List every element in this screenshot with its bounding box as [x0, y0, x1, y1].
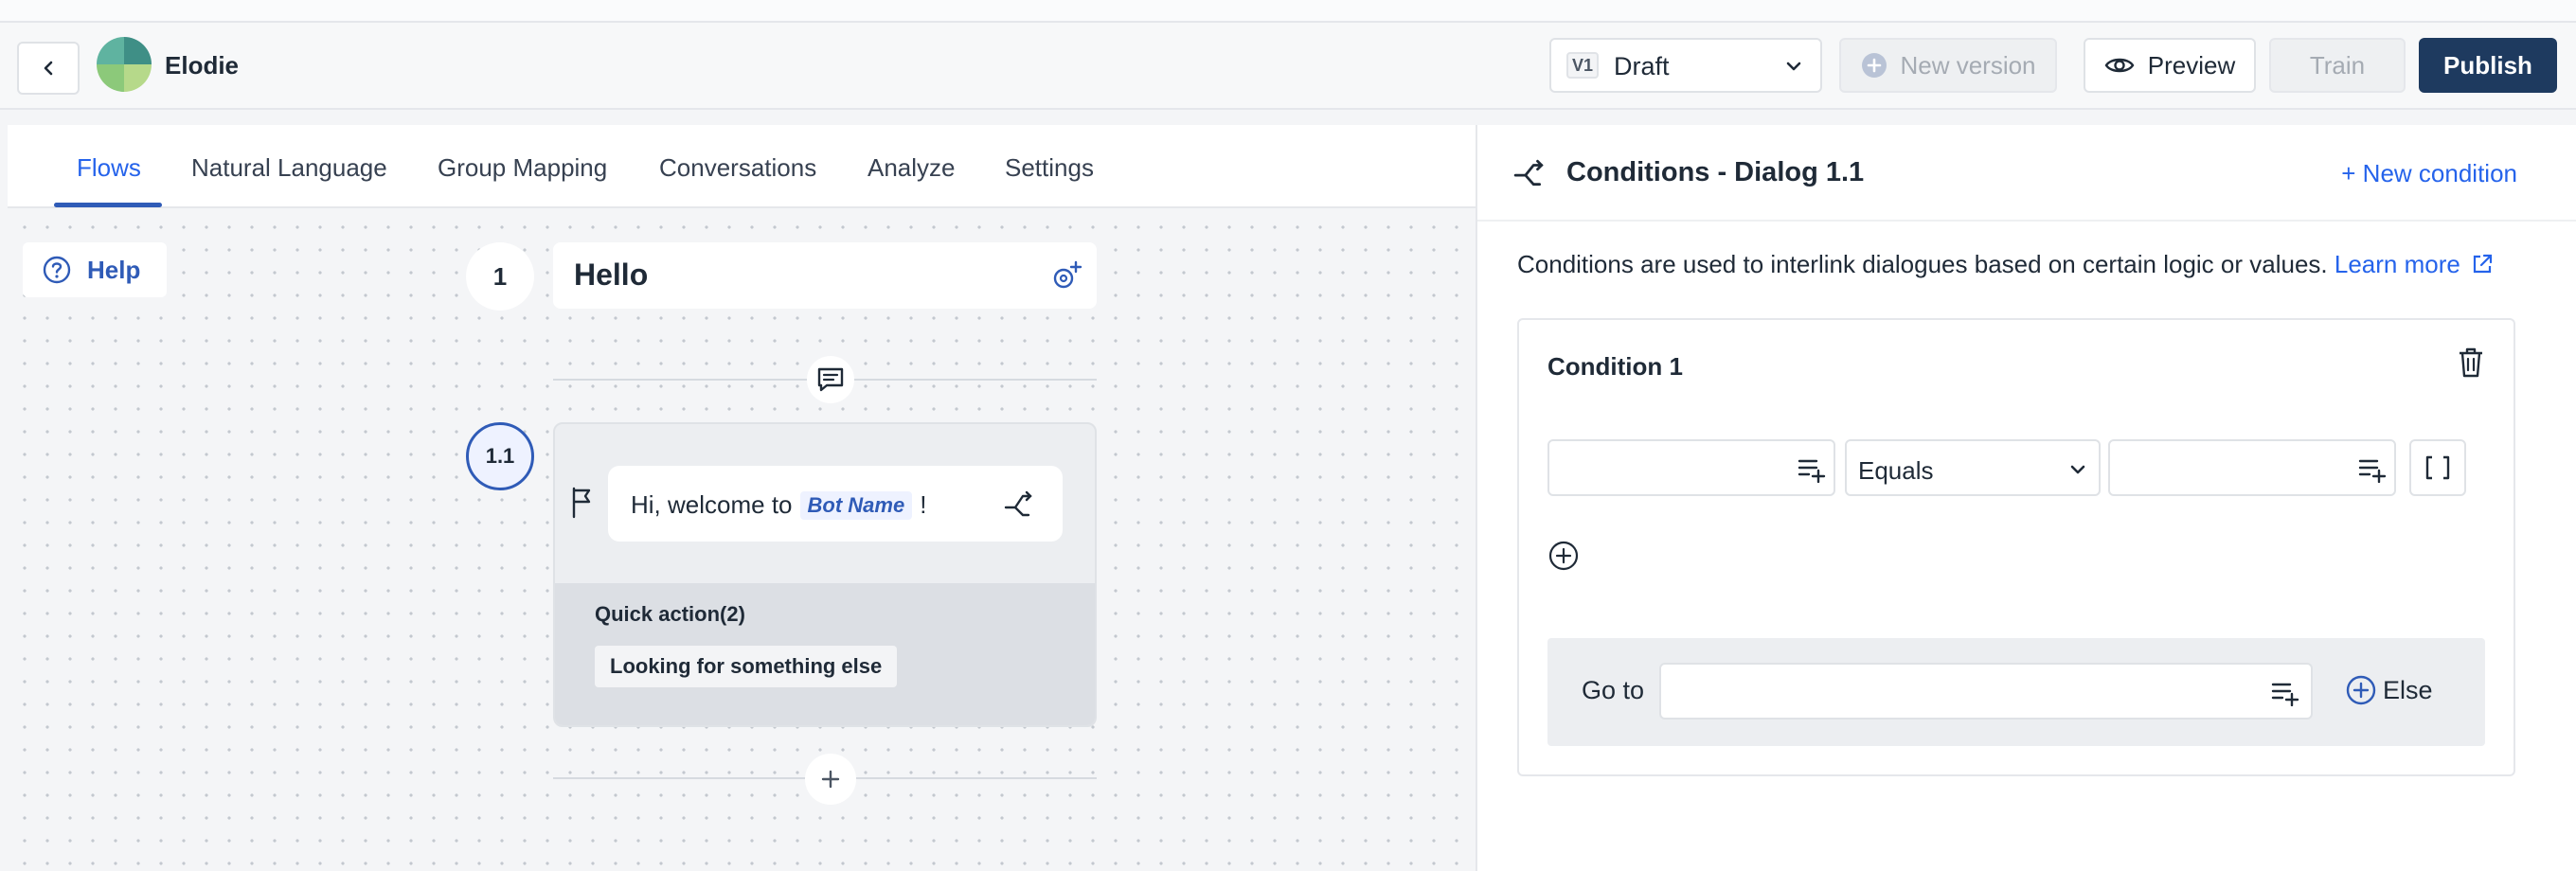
message-suffix: ! — [920, 490, 927, 519]
message-prefix: Hi, welcome to — [631, 490, 793, 519]
panel-divider — [1477, 220, 2576, 222]
back-button[interactable] — [17, 42, 80, 95]
operator-select[interactable]: Equals — [1845, 439, 2101, 496]
help-label: Help — [87, 255, 141, 284]
tab-flows[interactable]: Flows — [77, 153, 141, 183]
trash-icon[interactable] — [2457, 347, 2485, 379]
condition-title: Condition 1 — [1547, 352, 1683, 381]
tab-natural-language[interactable]: Natural Language — [191, 153, 387, 183]
goto-section: Go to Else — [1547, 638, 2485, 746]
window-top-strip — [0, 0, 2576, 23]
variable-chip: Bot Name — [799, 490, 913, 520]
train-button[interactable]: Train — [2269, 38, 2406, 93]
else-button[interactable]: Else — [2345, 674, 2433, 706]
operator-value: Equals — [1858, 456, 1934, 485]
active-tab-indicator — [54, 203, 162, 207]
settings-add-icon[interactable] — [1049, 259, 1083, 293]
app-header: Elodie V1 Draft New version Preview Trai… — [0, 23, 2576, 110]
bot-name: Elodie — [165, 51, 240, 80]
external-link-icon — [2473, 254, 2493, 274]
message-icon — [817, 367, 844, 392]
plus-icon — [821, 770, 840, 789]
message-text: Hi, welcome to Bot Name ! — [631, 490, 926, 520]
version-badge: V1 — [1566, 52, 1599, 79]
help-circle-icon — [43, 256, 71, 284]
left-operand-field[interactable] — [1547, 439, 1835, 496]
panel-title: Conditions - Dialog 1.1 — [1566, 157, 1865, 187]
eye-icon — [2104, 58, 2135, 73]
chevron-down-icon — [2070, 465, 2085, 474]
conditions-panel: Conditions - Dialog 1.1 + New condition … — [1476, 125, 2576, 871]
brackets-icon — [2425, 455, 2450, 480]
version-select[interactable]: V1 Draft — [1549, 38, 1822, 93]
tab-conversations[interactable]: Conversations — [659, 153, 816, 183]
train-label: Train — [2309, 50, 2366, 80]
learn-more-link[interactable]: Learn more — [2334, 250, 2494, 278]
plus-circle-icon — [1862, 53, 1887, 78]
chevron-down-icon — [1786, 62, 1801, 71]
condition-card: Condition 1 Equals Go to Else — [1517, 318, 2515, 776]
new-version-label: New version — [1900, 50, 2036, 80]
right-operand-field[interactable] — [2108, 439, 2396, 496]
description-text: Conditions are used to interlink dialogu… — [1517, 250, 2328, 278]
message-bubble[interactable]: Hi, welcome to Bot Name ! — [608, 466, 1063, 542]
add-node-button[interactable] — [805, 754, 856, 805]
help-button[interactable]: Help — [23, 242, 167, 297]
preview-label: Preview — [2147, 50, 2236, 80]
add-rule-icon[interactable] — [1547, 540, 1580, 572]
flow-title-card[interactable]: Hello — [553, 242, 1097, 309]
preview-button[interactable]: Preview — [2084, 38, 2256, 93]
quick-action-label: Quick action(2) — [595, 602, 745, 626]
goto-label: Go to — [1582, 676, 1645, 704]
flag-icon — [572, 487, 591, 519]
chevron-left-icon — [44, 61, 53, 76]
variable-list-icon[interactable] — [1798, 456, 1826, 483]
variable-list-icon[interactable] — [2271, 680, 2299, 706]
goto-field[interactable] — [1659, 663, 2313, 720]
tab-analyze[interactable]: Analyze — [868, 153, 956, 183]
publish-label: Publish — [2443, 50, 2532, 80]
else-label: Else — [2383, 675, 2433, 704]
condition-branch-icon — [1513, 159, 1544, 187]
add-message-button[interactable] — [807, 356, 854, 403]
new-version-button[interactable]: New version — [1839, 38, 2057, 93]
new-condition-button[interactable]: + New condition — [2341, 159, 2517, 188]
flow-number-badge: 1 — [466, 242, 534, 311]
variable-list-icon[interactable] — [2358, 456, 2387, 483]
tab-group-mapping[interactable]: Group Mapping — [438, 153, 607, 183]
panel-description: Conditions are used to interlink dialogu… — [1517, 250, 2494, 279]
publish-button[interactable]: Publish — [2419, 38, 2557, 93]
flow-title: Hello — [574, 258, 649, 292]
version-state: Draft — [1614, 52, 1670, 80]
tab-bar: Flows Natural Language Group Mapping Con… — [8, 125, 1476, 208]
brackets-toggle[interactable] — [2409, 439, 2466, 496]
learn-more-label: Learn more — [2334, 250, 2460, 278]
bot-avatar — [97, 37, 152, 92]
tab-settings[interactable]: Settings — [1005, 153, 1094, 183]
dialog-node-badge[interactable]: 1.1 — [466, 422, 534, 490]
plus-circle-icon — [2346, 675, 2376, 705]
quick-action-chip[interactable]: Looking for something else — [595, 646, 898, 687]
dialog-card[interactable]: Hi, welcome to Bot Name ! Quick action(2… — [553, 422, 1097, 727]
condition-branch-icon[interactable] — [1004, 489, 1034, 519]
